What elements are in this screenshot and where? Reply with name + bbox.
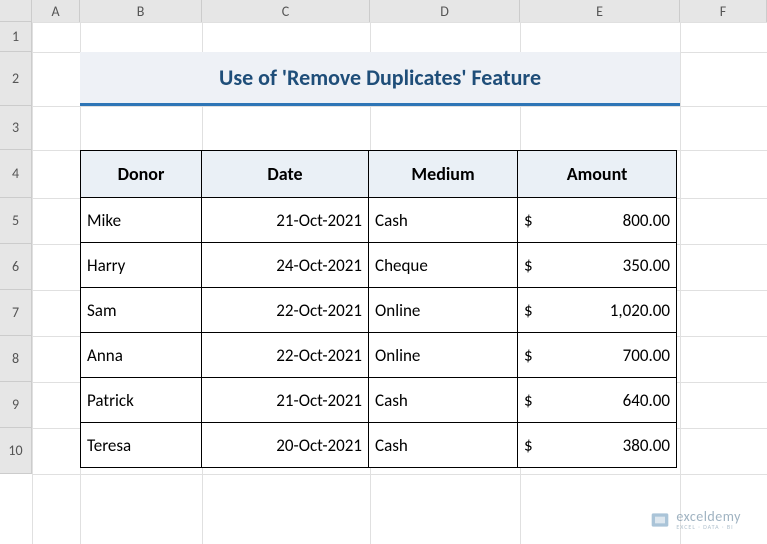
amount-value: 700.00: [623, 345, 670, 366]
cell-medium[interactable]: Cash: [368, 422, 518, 468]
cell-medium[interactable]: Online: [368, 332, 518, 378]
logo-icon: [650, 510, 670, 530]
row-header-3[interactable]: 3: [0, 106, 32, 150]
currency-symbol: $: [524, 345, 533, 366]
row-header-10[interactable]: 10: [0, 428, 32, 474]
cell-donor[interactable]: Patrick: [80, 377, 202, 423]
watermark-main: exceldemy: [676, 510, 741, 524]
sheet-body[interactable]: Use of 'Remove Duplicates' Feature Donor…: [32, 22, 767, 544]
col-header-b[interactable]: B: [80, 0, 202, 22]
amount-value: 380.00: [623, 435, 670, 456]
row-header-2[interactable]: 2: [0, 52, 32, 106]
spreadsheet-grid: ABCDEF 12345678910 Use of 'Remove Duplic…: [0, 0, 767, 544]
row-header-6[interactable]: 6: [0, 244, 32, 290]
gridline-vertical: [680, 22, 681, 544]
cell-donor[interactable]: Anna: [80, 332, 202, 378]
gridline-horizontal: [32, 106, 767, 107]
table-header-date[interactable]: Date: [201, 150, 369, 198]
select-all-corner[interactable]: [0, 0, 32, 22]
column-headers-row: ABCDEF: [0, 0, 767, 22]
col-header-c[interactable]: C: [202, 0, 370, 22]
row-header-5[interactable]: 5: [0, 198, 32, 244]
currency-symbol: $: [524, 300, 533, 321]
gridline-horizontal: [32, 474, 767, 475]
cell-donor[interactable]: Harry: [80, 242, 202, 288]
cell-date[interactable]: 21-Oct-2021: [201, 197, 369, 243]
row-header-4[interactable]: 4: [0, 150, 32, 198]
cell-date[interactable]: 24-Oct-2021: [201, 242, 369, 288]
table-row: Sam22-Oct-2021Online$1,020.00: [80, 288, 677, 333]
data-table: DonorDateMediumAmountMike21-Oct-2021Cash…: [80, 150, 677, 468]
row-header-9[interactable]: 9: [0, 382, 32, 428]
col-header-d[interactable]: D: [370, 0, 520, 22]
cell-amount[interactable]: $1,020.00: [517, 287, 677, 333]
amount-value: 1,020.00: [610, 300, 670, 321]
currency-symbol: $: [524, 210, 533, 231]
amount-value: 800.00: [623, 210, 670, 231]
table-row: Mike21-Oct-2021Cash$800.00: [80, 198, 677, 243]
col-header-f[interactable]: F: [680, 0, 767, 22]
table-header-amount[interactable]: Amount: [517, 150, 677, 198]
col-header-a[interactable]: A: [32, 0, 80, 22]
watermark-sub: EXCEL · DATA · BI: [676, 524, 741, 530]
currency-symbol: $: [524, 435, 533, 456]
cell-medium[interactable]: Online: [368, 287, 518, 333]
cell-donor[interactable]: Teresa: [80, 422, 202, 468]
gridline-horizontal: [32, 22, 767, 23]
cell-date[interactable]: 20-Oct-2021: [201, 422, 369, 468]
currency-symbol: $: [524, 390, 533, 411]
table-row: Teresa20-Oct-2021Cash$380.00: [80, 423, 677, 468]
cell-amount[interactable]: $380.00: [517, 422, 677, 468]
cell-amount[interactable]: $700.00: [517, 332, 677, 378]
cell-donor[interactable]: Sam: [80, 287, 202, 333]
amount-value: 350.00: [623, 255, 670, 276]
title-cell[interactable]: Use of 'Remove Duplicates' Feature: [80, 52, 680, 106]
cell-medium[interactable]: Cash: [368, 197, 518, 243]
cell-amount[interactable]: $350.00: [517, 242, 677, 288]
cell-medium[interactable]: Cheque: [368, 242, 518, 288]
currency-symbol: $: [524, 255, 533, 276]
table-header-row: DonorDateMediumAmount: [80, 150, 677, 198]
row-header-1[interactable]: 1: [0, 22, 32, 52]
table-header-donor[interactable]: Donor: [80, 150, 202, 198]
row-header-7[interactable]: 7: [0, 290, 32, 336]
row-headers-column: 12345678910: [0, 22, 32, 474]
amount-value: 640.00: [623, 390, 670, 411]
table-row: Anna22-Oct-2021Online$700.00: [80, 333, 677, 378]
cell-date[interactable]: 21-Oct-2021: [201, 377, 369, 423]
table-header-medium[interactable]: Medium: [368, 150, 518, 198]
cell-date[interactable]: 22-Oct-2021: [201, 332, 369, 378]
cell-donor[interactable]: Mike: [80, 197, 202, 243]
row-header-8[interactable]: 8: [0, 336, 32, 382]
table-row: Patrick21-Oct-2021Cash$640.00: [80, 378, 677, 423]
cell-amount[interactable]: $800.00: [517, 197, 677, 243]
gridline-vertical: [32, 22, 33, 544]
watermark: exceldemy EXCEL · DATA · BI: [650, 510, 741, 530]
cell-amount[interactable]: $640.00: [517, 377, 677, 423]
title-text: Use of 'Remove Duplicates' Feature: [219, 64, 541, 91]
col-header-e[interactable]: E: [520, 0, 680, 22]
table-row: Harry24-Oct-2021Cheque$350.00: [80, 243, 677, 288]
cell-medium[interactable]: Cash: [368, 377, 518, 423]
cell-date[interactable]: 22-Oct-2021: [201, 287, 369, 333]
